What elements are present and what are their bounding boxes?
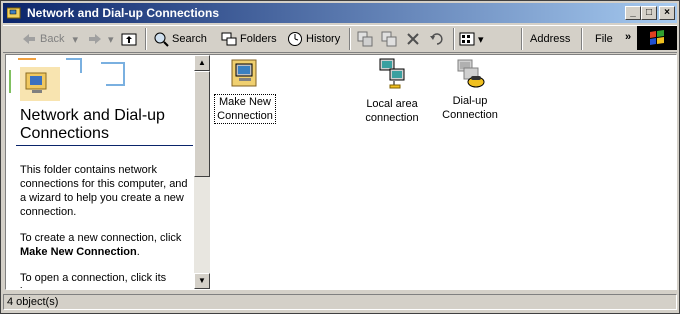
undo-icon bbox=[429, 31, 445, 47]
pane-divider bbox=[16, 145, 193, 146]
pane-create-instructions: To create a new connection, click Make N… bbox=[20, 231, 192, 259]
pane-title-line1: Network and Dial-up bbox=[20, 107, 165, 124]
scroll-down-button[interactable]: ▼ bbox=[194, 273, 210, 289]
make-new-connection-label: Make New Connection bbox=[214, 94, 276, 124]
views-icon bbox=[459, 31, 475, 47]
item-label-line1: Dial-up bbox=[452, 95, 488, 107]
up-folder-icon bbox=[121, 31, 137, 47]
toolbar-separator bbox=[581, 28, 583, 50]
close-button[interactable]: × bbox=[659, 6, 675, 20]
back-label: Back bbox=[40, 33, 65, 45]
search-button[interactable]: Search bbox=[153, 29, 207, 49]
make-new-connection-item[interactable]: Make New Connection bbox=[214, 58, 276, 124]
folders-button[interactable]: Folders bbox=[221, 29, 277, 49]
search-icon bbox=[153, 31, 169, 47]
address-bar-label[interactable]: Address bbox=[530, 29, 570, 49]
vertical-scrollbar[interactable]: ▲ ▼ bbox=[194, 55, 210, 289]
copy-to-button[interactable] bbox=[381, 29, 400, 49]
move-to-button[interactable] bbox=[357, 29, 376, 49]
pane-description: This folder contains network connections… bbox=[20, 164, 188, 218]
pane-open-instructions: To open a connection, click its icon. bbox=[20, 272, 167, 289]
make-new-connection-link: Make New Connection bbox=[20, 246, 137, 258]
local-area-connection-item[interactable]: Local area connection bbox=[356, 57, 428, 125]
item-label-line2: connection bbox=[365, 112, 419, 124]
pane-create-period: . bbox=[136, 246, 140, 258]
delete-icon bbox=[405, 31, 421, 47]
pane-create-text: To create a new connection, click bbox=[20, 232, 182, 244]
back-button[interactable]: Back ▾ bbox=[21, 29, 78, 49]
forward-dropdown-icon[interactable]: ▾ bbox=[108, 33, 114, 46]
item-label-line1: Make New bbox=[219, 96, 271, 108]
forward-arrow-icon bbox=[87, 31, 103, 47]
local-area-connection-icon bbox=[376, 57, 408, 89]
move-to-icon bbox=[357, 31, 373, 47]
folders-icon bbox=[221, 31, 237, 47]
toolbar-separator bbox=[145, 28, 147, 50]
minimize-button[interactable]: _ bbox=[625, 6, 641, 20]
window-title: Network and Dial-up Connections bbox=[27, 6, 220, 20]
item-label-line1: Local area bbox=[366, 98, 418, 110]
forward-button[interactable]: ▾ bbox=[87, 29, 114, 49]
network-connections-graphic-icon bbox=[9, 58, 125, 101]
toolbar-separator bbox=[453, 28, 455, 50]
network-folder-icon bbox=[7, 7, 21, 19]
undo-button[interactable] bbox=[429, 29, 448, 49]
title-bar[interactable]: Network and Dial-up Connections _ □ × bbox=[3, 3, 677, 23]
item-label-line2: Connection bbox=[442, 109, 498, 121]
content-area: Network and Dial-up Connections This fol… bbox=[5, 54, 677, 290]
views-button[interactable]: ▾ bbox=[459, 29, 484, 49]
maximize-button[interactable]: □ bbox=[641, 6, 657, 20]
dial-up-connection-item[interactable]: Dial-up Connection bbox=[436, 58, 504, 122]
dial-up-connection-icon bbox=[454, 58, 486, 90]
status-bar: 4 object(s) bbox=[3, 293, 677, 311]
history-button[interactable]: History bbox=[287, 29, 340, 49]
history-label: History bbox=[306, 33, 341, 45]
folders-label: Folders bbox=[240, 33, 277, 45]
toolbar-separator bbox=[349, 28, 351, 50]
back-dropdown-icon[interactable]: ▾ bbox=[72, 33, 78, 46]
toolbar-chevron[interactable]: » bbox=[625, 27, 631, 47]
scroll-thumb[interactable] bbox=[194, 71, 210, 177]
pane-title-line2: Connections bbox=[20, 125, 109, 142]
windows-flag-icon bbox=[650, 30, 664, 45]
delete-button[interactable] bbox=[405, 29, 424, 49]
search-label: Search bbox=[172, 33, 207, 45]
file-label: File bbox=[595, 33, 613, 45]
toolbar: Back ▾ ▾ Search Folders History ▾ Addres… bbox=[3, 25, 677, 53]
item-label-line2: Connection bbox=[217, 110, 273, 122]
windows-logo bbox=[637, 26, 677, 50]
scroll-up-button[interactable]: ▲ bbox=[194, 55, 210, 71]
copy-to-icon bbox=[381, 31, 397, 47]
pane-title: Network and Dial-up Connections bbox=[20, 107, 165, 143]
views-dropdown-icon: ▾ bbox=[478, 33, 484, 46]
back-arrow-icon bbox=[21, 31, 37, 47]
toolbar-separator bbox=[521, 28, 523, 50]
explorer-window: Network and Dial-up Connections _ □ × Ba… bbox=[0, 0, 680, 314]
history-icon bbox=[287, 31, 303, 47]
make-new-connection-icon bbox=[229, 58, 261, 90]
info-pane: Network and Dial-up Connections This fol… bbox=[6, 55, 193, 289]
address-label: Address bbox=[530, 33, 571, 45]
status-text: 4 object(s) bbox=[3, 294, 677, 310]
up-folder-button[interactable] bbox=[121, 29, 140, 49]
file-menu[interactable]: File bbox=[595, 29, 613, 49]
